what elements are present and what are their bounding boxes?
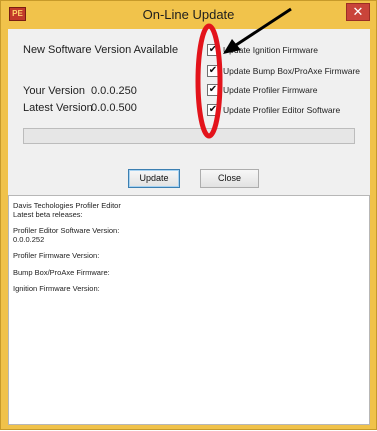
new-version-label: New Software Version Available xyxy=(23,44,179,56)
checkbox-check-icon[interactable]: ✔ xyxy=(207,65,219,77)
update-panel: New Software Version Available Your Vers… xyxy=(8,29,370,195)
checkbox-profiler-firmware[interactable]: ✔ Update Profiler Firmware xyxy=(207,83,317,97)
log-editor-version: Profiler Editor Software Version: 0.0.0.… xyxy=(13,226,365,244)
your-version-value: 0.0.0.250 xyxy=(91,85,137,97)
checkbox-label: Update Profiler Firmware xyxy=(223,85,318,95)
online-update-window: PE On-Line Update ✕ New Software Version… xyxy=(0,0,377,430)
log-header: Davis Techologies Profiler Editor Latest… xyxy=(13,201,365,219)
checkbox-label: Update Ignition Firmware xyxy=(223,45,318,55)
latest-version-label: Latest Version xyxy=(23,102,93,114)
checkbox-label: Update Bump Box/ProAxe Firmware xyxy=(223,66,360,76)
checkbox-label: Update Profiler Editor Software xyxy=(223,105,341,115)
update-button[interactable]: Update xyxy=(128,169,180,188)
close-window-button[interactable]: ✕ xyxy=(346,3,370,21)
log-subtitle-line: Latest beta releases: xyxy=(13,209,83,219)
checkbox-bumpbox-firmware[interactable]: ✔ Update Bump Box/ProAxe Firmware xyxy=(207,64,360,78)
close-button[interactable]: Close xyxy=(200,169,259,188)
update-progress-bar xyxy=(23,128,355,144)
window-title: On-Line Update xyxy=(142,7,235,22)
checkbox-check-icon[interactable]: ✔ xyxy=(207,84,219,96)
bumpbox-fw-label: Bump Box/ProAxe Firmware: xyxy=(13,267,110,277)
ignition-fw-label: Ignition Firmware Version: xyxy=(13,284,100,293)
editor-version-value: 0.0.0.252 xyxy=(13,234,45,244)
your-version-label: Your Version xyxy=(23,85,85,97)
latest-version-value: 0.0.0.500 xyxy=(91,102,137,114)
checkbox-ignition-firmware[interactable]: ✔ Update Ignition Firmware xyxy=(207,43,318,57)
release-notes-textbox[interactable]: Davis Techologies Profiler Editor Latest… xyxy=(8,195,370,425)
checkbox-check-icon[interactable]: ✔ xyxy=(207,104,219,116)
checkbox-profiler-editor-software[interactable]: ✔ Update Profiler Editor Software xyxy=(207,103,340,117)
title-bar[interactable]: PE On-Line Update ✕ xyxy=(1,1,376,29)
checkbox-check-icon[interactable]: ✔ xyxy=(207,44,219,56)
profiler-fw-label: Profiler Firmware Version: xyxy=(13,251,100,260)
